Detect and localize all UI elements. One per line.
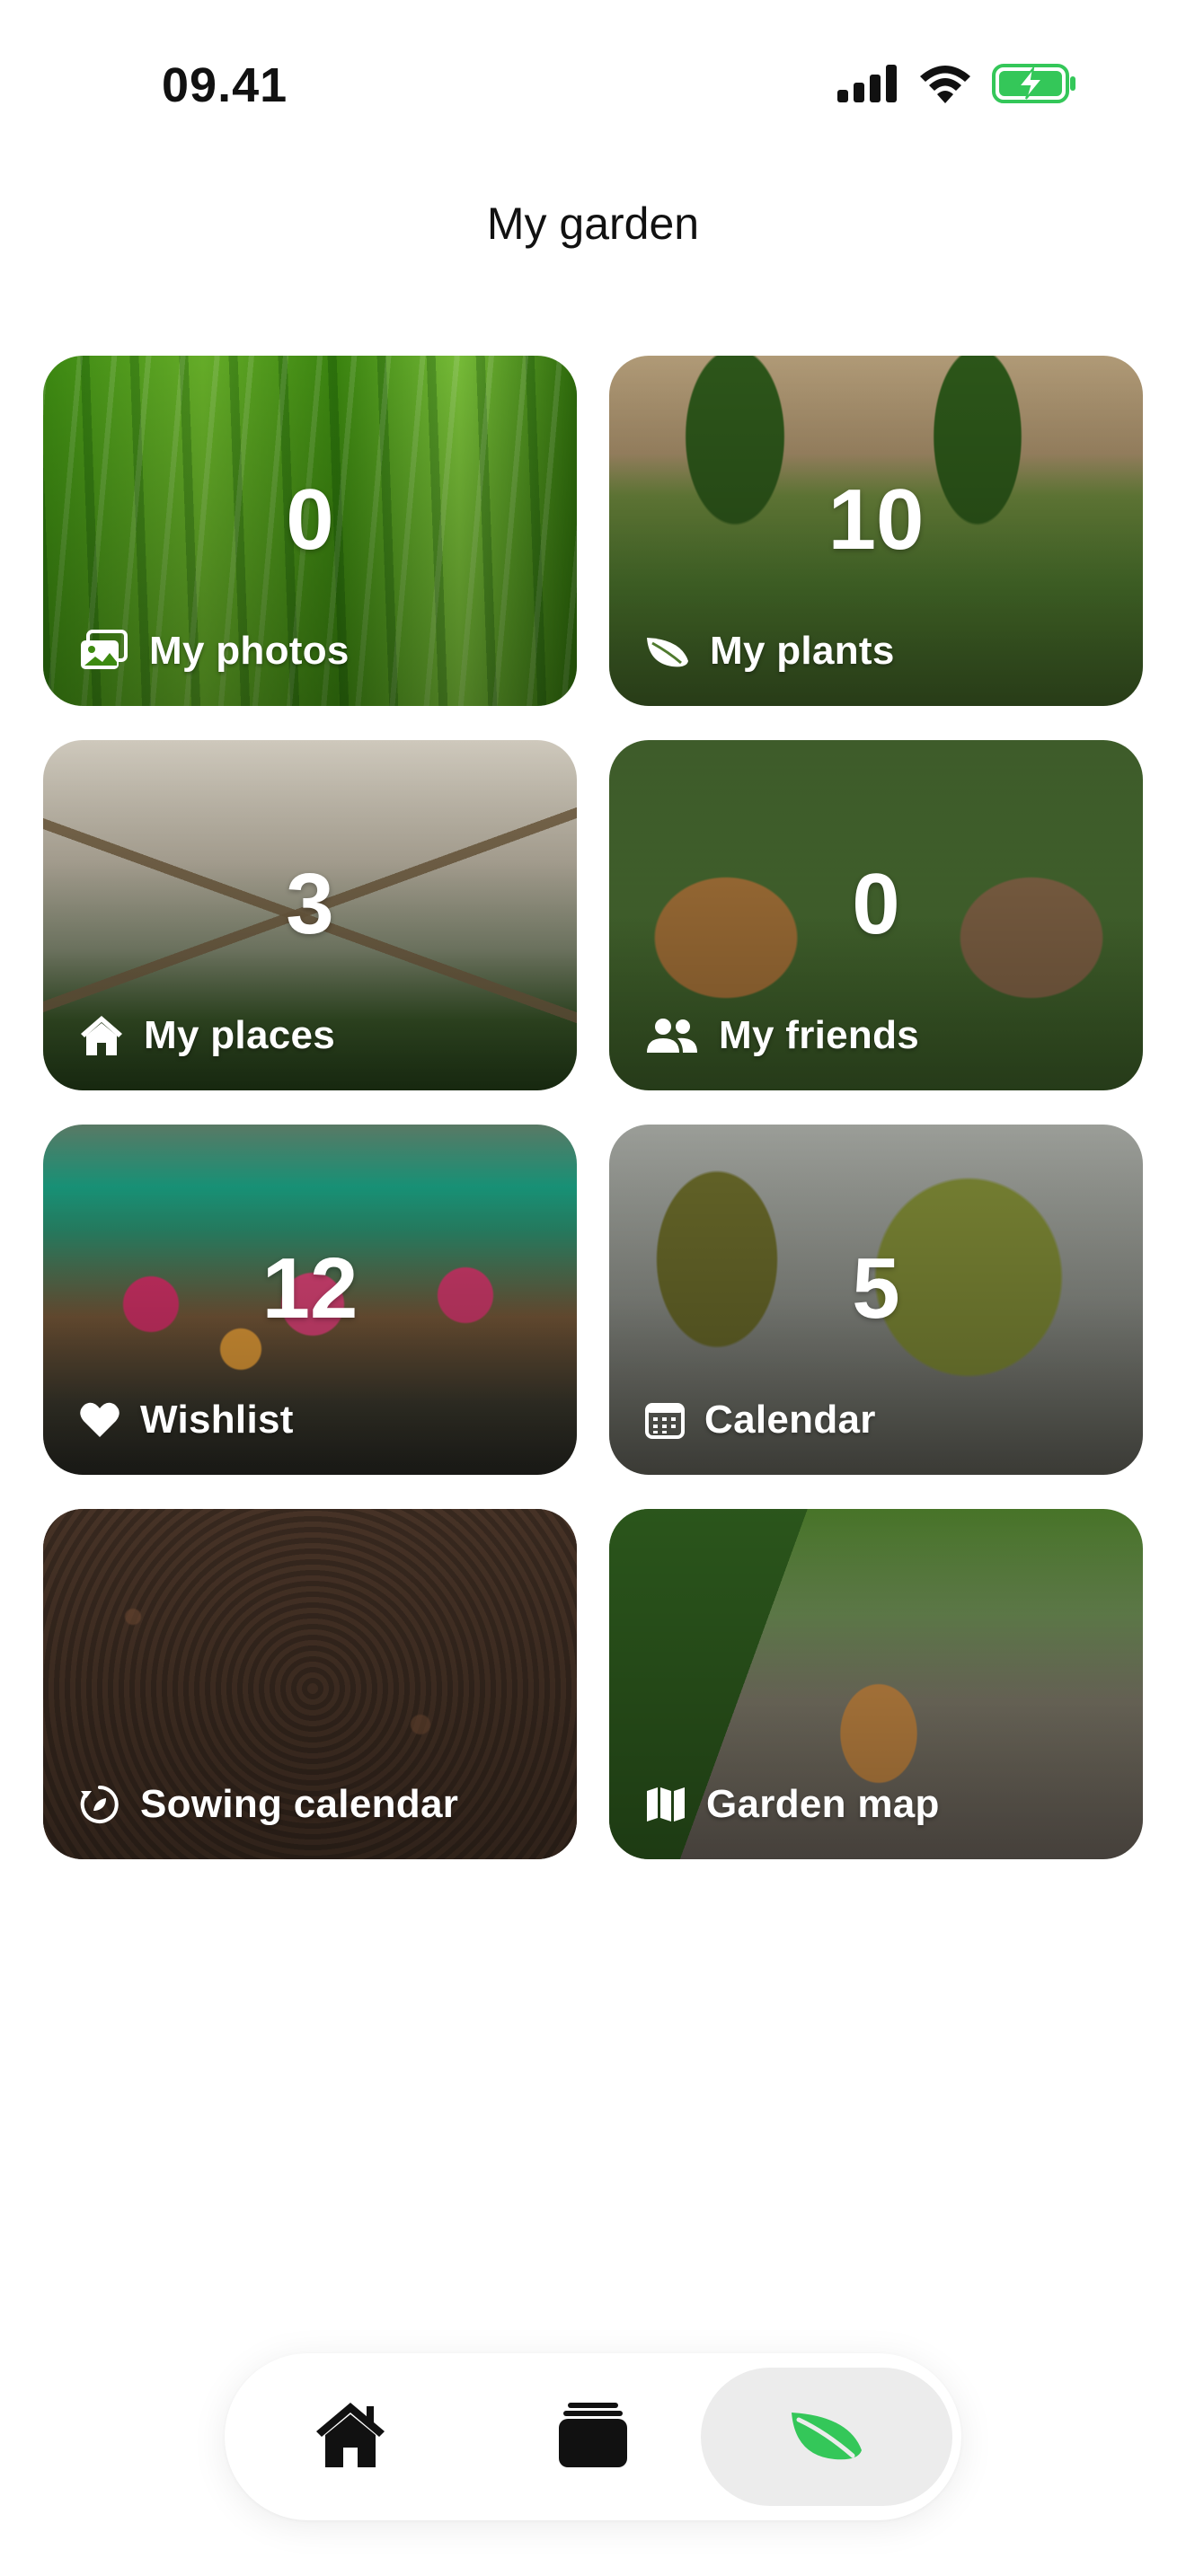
map-icon bbox=[645, 1786, 686, 1823]
tile-count: 3 bbox=[286, 856, 334, 952]
tile-count: 12 bbox=[261, 1240, 358, 1337]
screen: 09.41 My garden 0 My photos 10 My plants… bbox=[0, 0, 1186, 2576]
leaf-icon bbox=[645, 632, 690, 670]
tile-label-row: My friends bbox=[645, 1013, 919, 1058]
tile-label-row: My plants bbox=[645, 629, 895, 674]
status-icons bbox=[837, 63, 1078, 104]
cellular-signal-icon bbox=[837, 65, 898, 102]
photos-icon bbox=[79, 630, 129, 673]
tile-count: 5 bbox=[852, 1240, 900, 1337]
people-icon bbox=[645, 1017, 699, 1054]
tile-count: 10 bbox=[828, 472, 925, 568]
tile-label: My plants bbox=[710, 629, 895, 673]
sowing-cycle-icon bbox=[79, 1784, 120, 1825]
tile-label: My friends bbox=[719, 1013, 920, 1057]
tile-my-friends[interactable]: 0 My friends bbox=[609, 740, 1143, 1090]
tile-label-row: Garden map bbox=[645, 1782, 940, 1827]
leaf-icon bbox=[790, 2405, 863, 2469]
page-title: My garden bbox=[486, 198, 700, 249]
tab-home[interactable] bbox=[225, 2368, 476, 2506]
tile-calendar[interactable]: 5 Calendar bbox=[609, 1125, 1143, 1475]
house-icon bbox=[79, 1014, 124, 1057]
heart-icon bbox=[79, 1401, 120, 1439]
status-time: 09.41 bbox=[162, 58, 288, 112]
tile-label: My photos bbox=[149, 629, 350, 673]
tiles-grid: 0 My photos 10 My plants 3 My places 0 M… bbox=[43, 356, 1143, 1859]
tile-wishlist[interactable]: 12 Wishlist bbox=[43, 1125, 577, 1475]
tile-my-photos[interactable]: 0 My photos bbox=[43, 356, 577, 706]
tile-sowing-calendar[interactable]: Sowing calendar bbox=[43, 1509, 577, 1859]
tile-label: Wishlist bbox=[140, 1398, 294, 1442]
tile-label-row: Calendar bbox=[645, 1398, 876, 1442]
tab-garden[interactable] bbox=[701, 2368, 952, 2506]
bottom-tab-bar bbox=[225, 2353, 961, 2520]
home-icon bbox=[314, 2401, 386, 2474]
stack-icon bbox=[559, 2401, 627, 2474]
tile-label: Calendar bbox=[704, 1398, 876, 1442]
tile-label: My places bbox=[144, 1013, 336, 1057]
wifi-icon bbox=[918, 64, 972, 103]
tile-count: 0 bbox=[286, 472, 334, 568]
calendar-icon bbox=[645, 1401, 685, 1439]
tile-label-row: My photos bbox=[79, 629, 350, 674]
tile-label: Garden map bbox=[706, 1782, 940, 1826]
tile-label-row: Sowing calendar bbox=[79, 1782, 458, 1827]
tab-stack[interactable] bbox=[467, 2368, 719, 2506]
tile-garden-map[interactable]: Garden map bbox=[609, 1509, 1143, 1859]
battery-charging-icon bbox=[992, 63, 1078, 104]
tile-label: Sowing calendar bbox=[140, 1782, 459, 1826]
tile-my-plants[interactable]: 10 My plants bbox=[609, 356, 1143, 706]
tile-label-row: My places bbox=[79, 1013, 335, 1058]
tile-my-places[interactable]: 3 My places bbox=[43, 740, 577, 1090]
status-bar: 09.41 bbox=[0, 0, 1186, 180]
tile-count: 0 bbox=[852, 856, 900, 952]
tile-label-row: Wishlist bbox=[79, 1398, 294, 1442]
